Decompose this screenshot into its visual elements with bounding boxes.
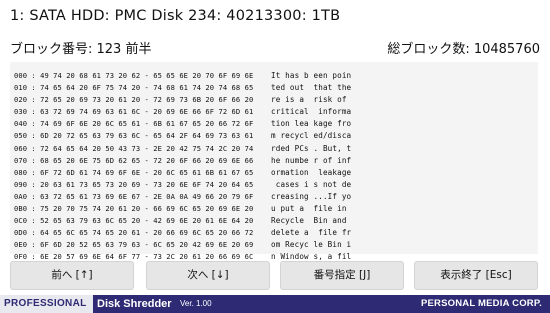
company-name: PERSONAL MEDIA CORP. [420,298,542,309]
ascii-line: m recycl ed/disca [271,131,352,141]
brand-logo: PROFESSIONAL [0,295,93,313]
exit-view-button[interactable]: 表示終了 [Esc] [414,261,538,290]
hex-line: 040 : 74 69 6F 6E 20 6C 65 61 - 6B 61 67… [14,119,254,129]
hex-line: 0A0 : 63 72 65 61 73 69 6E 67 - 2E 0A 0A… [14,191,254,201]
disk-title: 1: SATA HDD: PMC Disk 234: 40213300: 1TB [10,8,341,24]
hex-line: 060 : 72 64 65 64 20 50 43 73 - 2E 20 42… [14,143,254,153]
hex-column: 000 : 49 74 20 68 61 73 20 62 - 65 65 6E… [14,70,274,264]
ascii-line: he numbe r of inf [271,155,352,165]
block-info-bar: ブロック番号: 123 前半 総ブロック数: 10485760 [10,38,540,57]
ascii-line: delete a file fr [271,228,352,238]
ascii-line: om Recyc le Bin i [271,240,352,250]
block-number-label: ブロック番号: 123 前半 [10,42,152,57]
prev-button[interactable]: 前へ [↑] [10,261,134,290]
hex-dump-panel: 000 : 49 74 20 68 61 73 20 62 - 65 65 6E… [10,62,538,261]
hex-line: 090 : 20 63 61 73 65 73 20 69 - 73 20 6E… [14,179,254,189]
ascii-line: creasing ...If yo [271,191,352,201]
hex-line: 000 : 49 74 20 68 61 73 20 62 - 65 65 6E… [14,71,254,80]
hex-line: 0D0 : 64 65 6C 65 74 65 20 61 - 20 66 69… [14,228,254,238]
hex-line: 050 : 6D 20 72 65 63 79 63 6C - 65 64 2F… [14,131,254,141]
next-button[interactable]: 次へ [↓] [146,261,270,290]
ascii-line: ormation leakage [271,167,352,177]
footer-bar: PROFESSIONAL Disk Shredder Ver. 1.00 PER… [0,295,550,313]
product-name: Disk Shredder [97,298,172,310]
hex-line: 010 : 74 65 64 20 6F 75 74 20 - 74 68 61… [14,83,254,93]
ascii-line: Recycle Bin and [271,216,347,226]
ascii-line: critical informa [271,107,352,117]
hex-line: 0B0 : 75 20 70 75 74 20 61 20 - 66 69 6C… [14,204,254,214]
ascii-line: ted out that the [271,83,352,93]
goto-block-button[interactable]: 番号指定 [J] [280,261,404,290]
ascii-line: rded PCs . But, t [271,143,352,153]
version-label: Ver. 1.00 [180,299,212,308]
hex-line: 0C0 : 52 65 63 79 63 6C 65 20 - 42 69 6E… [14,216,254,226]
hex-line: 030 : 63 72 69 74 69 63 61 6C - 20 69 6E… [14,107,254,117]
hex-line: 0E0 : 6F 6D 20 52 65 63 79 63 - 6C 65 20… [14,240,254,250]
ascii-line: tion lea kage fro [271,119,352,129]
hex-line: 070 : 68 65 20 6E 75 6D 62 65 - 72 20 6F… [14,155,254,165]
hex-line: 080 : 6F 72 6D 61 74 69 6F 6E - 20 6C 65… [14,167,254,177]
ascii-line: u put a file in [271,204,347,214]
total-blocks-label: 総ブロック数: 10485760 [387,42,540,57]
ascii-line: cases i s not de [271,179,352,189]
ascii-line: It has b een poin [271,71,352,80]
button-bar: 前へ [↑] 次へ [↓] 番号指定 [J] 表示終了 [Esc] [10,261,538,290]
ascii-line: re is a risk of [271,95,347,105]
ascii-column: It has b een poin ted out that the re is… [271,70,391,264]
hex-line: 020 : 72 65 20 69 73 20 61 20 - 72 69 73… [14,95,254,105]
